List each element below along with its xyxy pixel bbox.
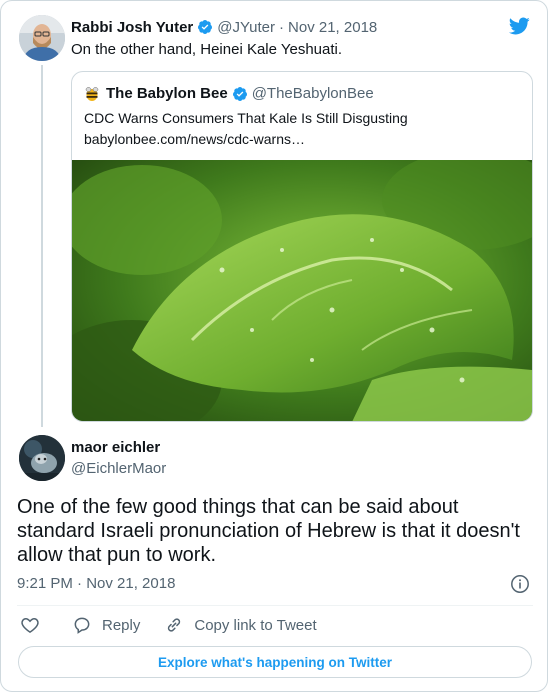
header-separator: ·	[279, 18, 285, 36]
heart-icon	[21, 617, 39, 633]
thread-connector-line	[41, 65, 43, 427]
quoted-tweet-headline: CDC Warns Consumers That Kale Is Still D…	[84, 110, 408, 126]
quoted-author-handle[interactable]: @TheBabylonBee	[252, 85, 374, 102]
copy-link-button[interactable]: Copy link to Tweet	[164, 615, 317, 635]
reply-tweet-timestamp[interactable]: 9:21 PM · Nov 21, 2018	[17, 575, 175, 592]
reply-author-name[interactable]: maor eichler	[71, 439, 160, 456]
reply-author-handle[interactable]: @EichlerMaor	[71, 460, 166, 477]
babylon-bee-logo	[85, 86, 99, 101]
link-icon	[168, 618, 181, 632]
parent-tweet-date[interactable]: Nov 21, 2018	[288, 19, 377, 36]
avatar-rabbi-josh-yuter[interactable]	[19, 15, 65, 61]
like-button[interactable]	[20, 615, 40, 635]
reply-button[interactable]: Reply	[72, 615, 140, 635]
quoted-author-name[interactable]: The Babylon Bee	[106, 85, 228, 102]
parent-author-name[interactable]: Rabbi Josh Yuter	[71, 19, 193, 36]
parent-tweet-text: On the other hand, Heinei Kale Yeshuati.	[71, 41, 343, 58]
verified-badge-icon	[198, 20, 213, 34]
parent-author-handle[interactable]: @JYuter	[217, 19, 275, 36]
quoted-tweet-header: The Babylon Bee @TheBabylonBee	[84, 85, 374, 102]
avatar-maor-eichler[interactable]	[19, 435, 65, 481]
tweet-embed-card: Rabbi Josh Yuter @JYuter · Nov 21, 2018 …	[0, 0, 548, 692]
twitter-bird-icon[interactable]	[507, 15, 531, 37]
quoted-tweet-link[interactable]: babylonbee.com/news/cdc-warns…	[84, 130, 305, 148]
reply-icon	[74, 617, 90, 634]
info-icon[interactable]	[510, 574, 530, 594]
copy-link-label: Copy link to Tweet	[194, 616, 317, 634]
tweet-actions-bar: Reply Copy link to Tweet	[20, 615, 317, 635]
quoted-tweet-card[interactable]: The Babylon Bee @TheBabylonBee CDC Warns…	[71, 71, 533, 422]
reply-tweet-text: One of the few good things that can be s…	[17, 496, 520, 566]
kale-leaves-photo[interactable]	[72, 160, 532, 422]
verified-badge-icon	[232, 86, 247, 101]
actions-divider	[17, 605, 533, 606]
explore-twitter-button[interactable]: Explore what's happening on Twitter	[18, 646, 532, 678]
parent-tweet-header: Rabbi Josh Yuter @JYuter · Nov 21, 2018	[71, 17, 377, 37]
reply-label: Reply	[102, 616, 141, 634]
